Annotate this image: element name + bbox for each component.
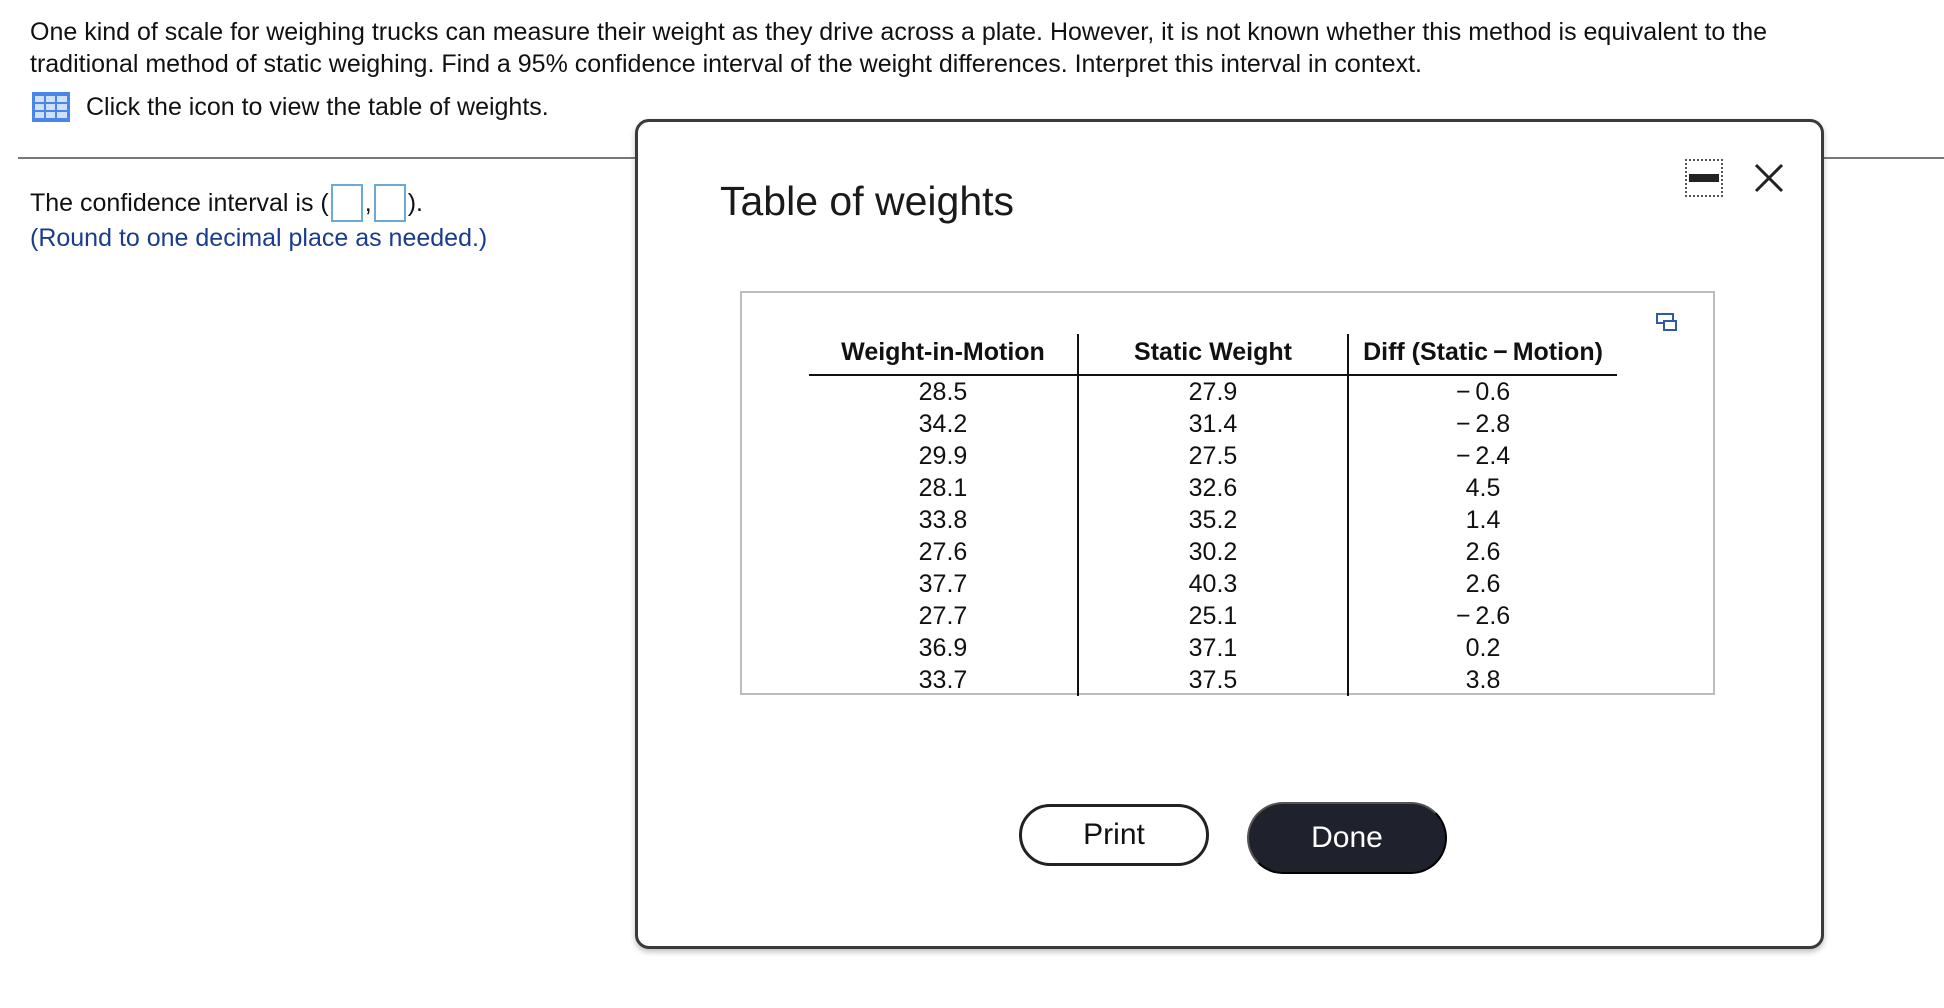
done-button[interactable]: Done <box>1247 802 1447 874</box>
copy-icon[interactable] <box>1655 310 1679 334</box>
cell-motion: 27.7 <box>918 602 968 630</box>
cell-diff: 2.6 <box>1347 568 1617 600</box>
minimize-icon <box>1689 174 1719 182</box>
cell-motion: 33.8 <box>918 506 968 534</box>
cell-diff: − 2.8 <box>1347 408 1617 440</box>
cell-diff: 4.5 <box>1347 472 1617 504</box>
answer-suffix: ). <box>407 188 423 217</box>
cell-diff: 3.8 <box>1347 664 1617 696</box>
cell-static: 40.3 <box>1077 568 1348 600</box>
answer-separator: , <box>364 188 372 217</box>
close-button[interactable] <box>1749 158 1789 198</box>
cell-static: 31.4 <box>1077 408 1348 440</box>
cell-static: 35.2 <box>1077 504 1348 536</box>
cell-motion: 28.1 <box>918 474 968 502</box>
cell-diff: 1.4 <box>1347 504 1617 536</box>
table-dialog: Table of weights Weight-in-Motion Static… <box>635 119 1824 949</box>
weights-table: Weight-in-Motion Static Weight Diff (Sta… <box>809 334 1617 696</box>
view-table-label[interactable]: Click the icon to view the table of weig… <box>86 93 549 122</box>
table-row: 33.7 37.5 3.8 <box>809 664 1617 696</box>
cell-motion: 29.9 <box>918 442 968 470</box>
cell-static: 27.5 <box>1077 440 1348 472</box>
table-row: 27.7 25.1 − 2.6 <box>809 600 1617 632</box>
cell-static: 37.5 <box>1077 664 1348 696</box>
print-button[interactable]: Print <box>1019 804 1209 866</box>
cell-motion: 27.6 <box>918 538 968 566</box>
header-static-weight: Static Weight <box>1077 334 1348 376</box>
cell-static: 37.1 <box>1077 632 1348 664</box>
cell-static: 32.6 <box>1077 472 1348 504</box>
header-diff: Diff (Static − Motion) <box>1347 334 1617 376</box>
lower-bound-input[interactable] <box>330 184 363 222</box>
cell-static: 27.9 <box>1077 375 1348 408</box>
cell-motion: 33.7 <box>918 666 968 694</box>
cell-motion: 34.2 <box>918 410 968 438</box>
cell-diff: − 2.4 <box>1347 440 1617 472</box>
close-icon <box>1754 163 1784 193</box>
cell-static: 30.2 <box>1077 536 1348 568</box>
cell-static: 25.1 <box>1077 600 1348 632</box>
table-row: 28.5 27.9 − 0.6 <box>809 375 1617 408</box>
table-grid-icon[interactable] <box>32 92 70 122</box>
table-header-row: Weight-in-Motion Static Weight Diff (Sta… <box>809 334 1617 376</box>
view-table-link[interactable]: Click the icon to view the table of weig… <box>32 92 549 122</box>
question-text: One kind of scale for weighing trucks ca… <box>30 18 1767 78</box>
table-row: 36.9 37.1 0.2 <box>809 632 1617 664</box>
table-row: 33.8 35.2 1.4 <box>809 504 1617 536</box>
cell-diff: − 2.6 <box>1347 600 1617 632</box>
table-row: 28.1 32.6 4.5 <box>809 472 1617 504</box>
table-row: 34.2 31.4 − 2.8 <box>809 408 1617 440</box>
cell-diff: 0.2 <box>1347 632 1617 664</box>
cell-motion: 37.7 <box>918 570 968 598</box>
minimize-button[interactable] <box>1685 159 1723 197</box>
header-weight-in-motion: Weight-in-Motion <box>809 334 1078 376</box>
cell-motion: 36.9 <box>918 634 968 662</box>
table-panel: Weight-in-Motion Static Weight Diff (Sta… <box>740 291 1715 696</box>
table-row: 37.7 40.3 2.6 <box>809 568 1617 600</box>
cell-diff: 2.6 <box>1347 536 1617 568</box>
answer-line: The confidence interval is ( , ). <box>30 184 423 222</box>
rounding-note: (Round to one decimal place as needed.) <box>30 224 488 252</box>
cell-motion: 28.5 <box>918 378 968 406</box>
table-row: 29.9 27.5 − 2.4 <box>809 440 1617 472</box>
upper-bound-input[interactable] <box>373 184 406 222</box>
answer-prefix: The confidence interval is ( <box>30 188 329 217</box>
dialog-title: Table of weights <box>720 178 1015 224</box>
cell-diff: − 0.6 <box>1347 375 1617 408</box>
table-row: 27.6 30.2 2.6 <box>809 536 1617 568</box>
